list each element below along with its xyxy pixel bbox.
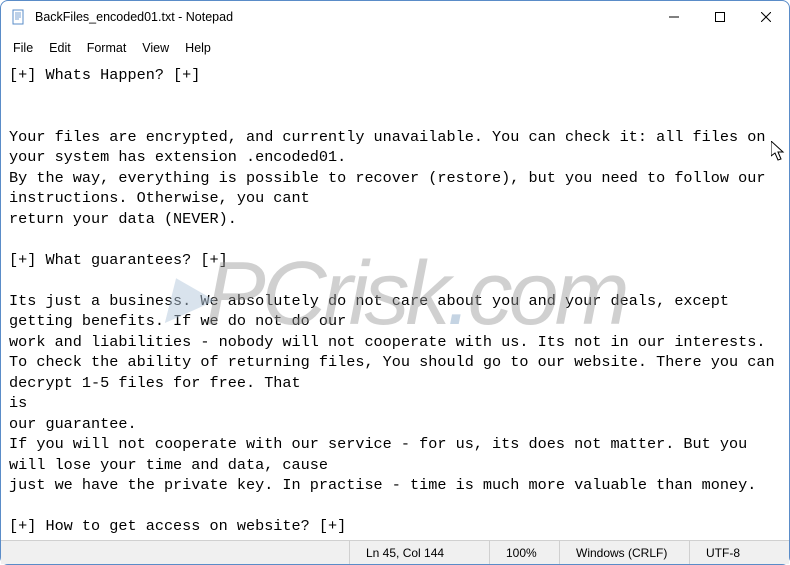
zoom-level: 100% (489, 541, 559, 564)
status-bar: Ln 45, Col 144 100% Windows (CRLF) UTF-8 (1, 540, 789, 564)
line-ending: Windows (CRLF) (559, 541, 689, 564)
window-controls (651, 1, 789, 33)
notepad-icon (11, 9, 27, 25)
menu-edit[interactable]: Edit (41, 37, 79, 59)
minimize-button[interactable] (651, 1, 697, 33)
status-spacer (1, 541, 349, 564)
encoding: UTF-8 (689, 541, 789, 564)
cursor-position: Ln 45, Col 144 (349, 541, 489, 564)
maximize-button[interactable] (697, 1, 743, 33)
text-content[interactable]: [+] Whats Happen? [+] Your files are enc… (1, 63, 789, 544)
menu-help[interactable]: Help (177, 37, 219, 59)
title-bar: BackFiles_encoded01.txt - Notepad (1, 1, 789, 33)
menu-view[interactable]: View (134, 37, 177, 59)
menu-file[interactable]: File (5, 37, 41, 59)
menu-format[interactable]: Format (79, 37, 135, 59)
close-button[interactable] (743, 1, 789, 33)
menu-bar: File Edit Format View Help (1, 33, 789, 63)
window-title: BackFiles_encoded01.txt - Notepad (35, 10, 651, 24)
